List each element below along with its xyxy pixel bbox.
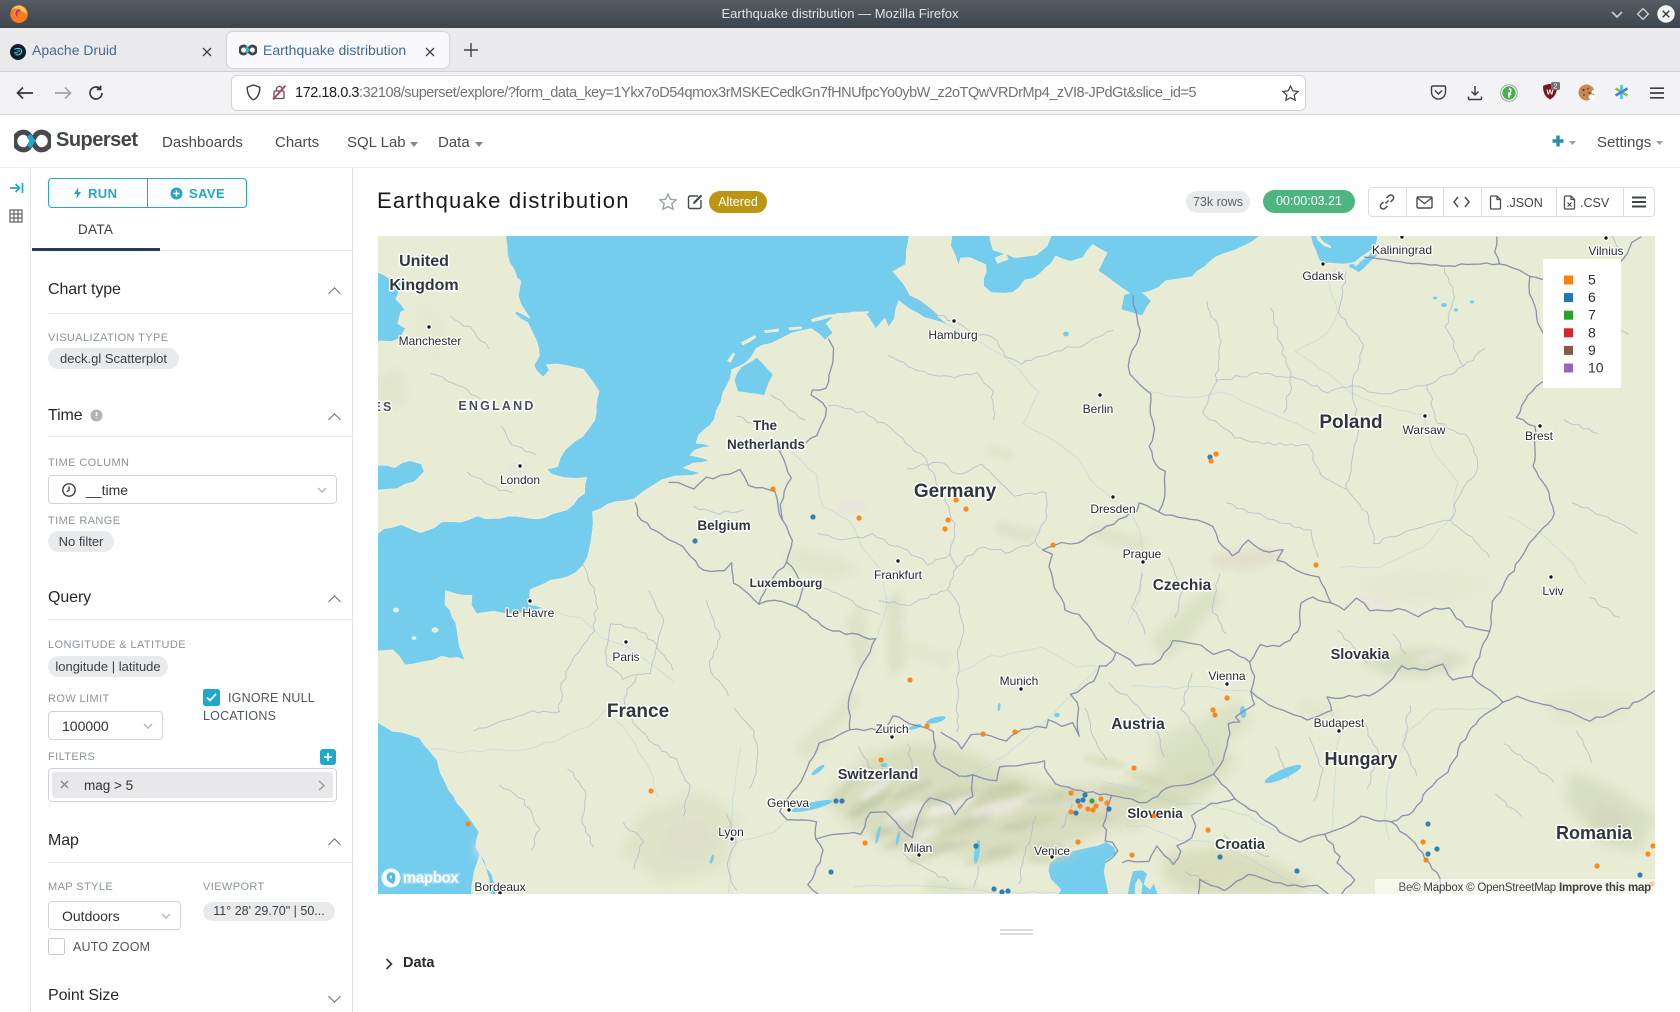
svg-text:Paris: Paris [612, 650, 639, 664]
svg-text:9: 9 [1588, 342, 1596, 358]
svg-text:mapbox: mapbox [403, 871, 459, 887]
svg-text:Lviv: Lviv [1542, 584, 1563, 598]
svg-text:Le Havre: Le Havre [506, 606, 555, 620]
svg-text:Munich: Munich [1000, 674, 1039, 688]
svg-text:Berlin: Berlin [1083, 402, 1114, 416]
svg-text:Switzerland: Switzerland [838, 767, 919, 783]
svg-text:Belgium: Belgium [697, 518, 750, 533]
svg-text:Kingdom: Kingdom [389, 277, 458, 294]
svg-text:Manchester: Manchester [399, 334, 462, 348]
svg-text:The: The [753, 418, 777, 433]
svg-text:Hamburg: Hamburg [928, 328, 977, 342]
svg-text:Austria: Austria [1111, 716, 1165, 733]
svg-text:ES: ES [378, 400, 394, 414]
svg-text:Vilnius: Vilnius [1588, 244, 1623, 258]
svg-text:Gdansk: Gdansk [1302, 269, 1344, 283]
svg-text:Vienna: Vienna [1208, 669, 1245, 683]
svg-text:Be© Mapbox © OpenStreetMap Imp: Be© Mapbox © OpenStreetMap Improve this … [1398, 882, 1651, 894]
svg-text:Kaliningrad: Kaliningrad [1372, 243, 1432, 257]
svg-text:Brest: Brest [1525, 429, 1554, 443]
svg-text:Dresden: Dresden [1090, 502, 1135, 516]
svg-text:Netherlands: Netherlands [727, 437, 805, 452]
svg-text:Budapest: Budapest [1314, 716, 1365, 730]
svg-text:Poland: Poland [1319, 412, 1382, 433]
svg-text:7: 7 [1588, 307, 1596, 323]
svg-text:ENGLAND: ENGLAND [458, 399, 535, 413]
svg-text:United: United [399, 253, 449, 270]
svg-text:Croatia: Croatia [1215, 837, 1266, 853]
svg-text:10: 10 [1588, 360, 1604, 376]
svg-text:Zurich: Zurich [875, 722, 908, 736]
svg-text:Prague: Prague [1123, 547, 1162, 561]
svg-text:France: France [607, 701, 669, 722]
svg-text:5: 5 [1588, 272, 1596, 288]
svg-text:Frankfurt: Frankfurt [874, 568, 923, 582]
svg-text:Warsaw: Warsaw [1403, 423, 1446, 437]
svg-text:Romania: Romania [1556, 823, 1633, 843]
svg-text:8: 8 [1588, 324, 1596, 340]
svg-text:Slovakia: Slovakia [1331, 647, 1391, 663]
svg-text:Hungary: Hungary [1324, 749, 1397, 769]
svg-text:Luxembourg: Luxembourg [750, 576, 823, 590]
svg-text:Slovenia: Slovenia [1127, 806, 1183, 821]
svg-text:6: 6 [1588, 289, 1596, 305]
svg-text:London: London [500, 473, 540, 487]
svg-text:Czechia: Czechia [1153, 577, 1212, 594]
svg-text:2: 2 [1554, 84, 1558, 91]
